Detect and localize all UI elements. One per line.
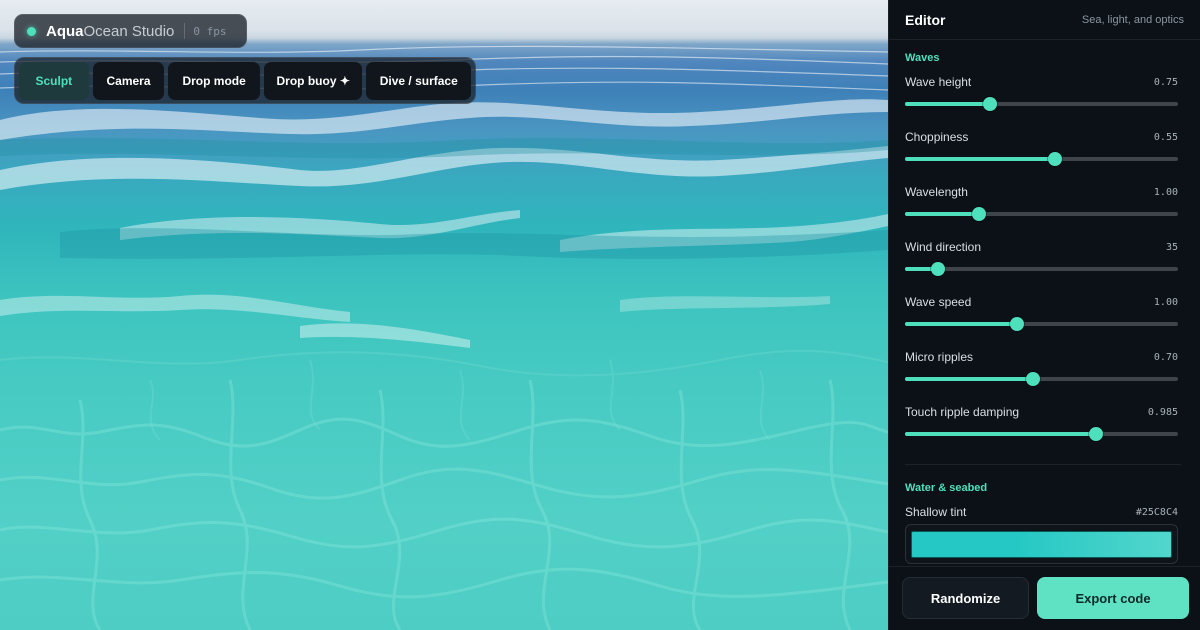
slider-thumb[interactable] bbox=[1026, 372, 1041, 386]
slider-header: Wave speed 1.00 bbox=[905, 294, 1178, 310]
slider[interactable] bbox=[905, 317, 1178, 331]
sculpt-button[interactable]: Sculpt bbox=[19, 62, 89, 100]
slider-label: Wave height bbox=[905, 75, 972, 89]
slider-value: 1.00 bbox=[1153, 296, 1178, 308]
slider-value: 0.985 bbox=[1147, 406, 1178, 418]
slider[interactable] bbox=[905, 97, 1178, 111]
slider-control: Touch ripple damping 0.985 bbox=[905, 404, 1178, 454]
slider-fill bbox=[905, 377, 1034, 381]
slider-fill bbox=[905, 322, 1017, 326]
slider-fill bbox=[905, 432, 1097, 436]
slider-value: 35 bbox=[1165, 241, 1178, 253]
slider-thumb[interactable] bbox=[1009, 317, 1024, 331]
slider[interactable] bbox=[905, 372, 1178, 386]
editor-title: Editor bbox=[905, 11, 946, 28]
slider-value: 0.55 bbox=[1153, 131, 1178, 143]
slider-label: Wave speed bbox=[905, 295, 972, 309]
slider-label: Choppiness bbox=[905, 130, 969, 144]
slider-fill bbox=[905, 212, 979, 216]
slider[interactable] bbox=[905, 152, 1178, 166]
drop-mode-button[interactable]: Drop mode bbox=[168, 62, 260, 100]
slider-thumb[interactable] bbox=[930, 262, 945, 276]
mode-toolbar: Sculpt Camera Drop mode Drop buoy ✦ Dive… bbox=[14, 57, 476, 104]
export-code-button[interactable]: Export code bbox=[1037, 577, 1189, 619]
slider-track[interactable] bbox=[905, 267, 1178, 271]
drop-buoy-button[interactable]: Drop buoy ✦ bbox=[263, 62, 363, 100]
slider-control: Choppiness 0.55 bbox=[905, 129, 1178, 179]
editor-header: Editor Sea, light, and optics bbox=[889, 0, 1200, 40]
slider-control: Wavelength 1.00 bbox=[905, 184, 1178, 234]
slider-header: Wavelength 1.00 bbox=[905, 184, 1178, 200]
slider-fill bbox=[905, 102, 990, 106]
shallow-tint-picker[interactable] bbox=[905, 524, 1178, 564]
slider-control: Micro ripples 0.70 bbox=[905, 349, 1178, 399]
brand-name-rest: Ocean Studio bbox=[83, 22, 175, 40]
slider-label: Touch ripple damping bbox=[905, 405, 1020, 419]
slider-thumb[interactable] bbox=[1089, 427, 1104, 441]
slider-thumb[interactable] bbox=[1048, 152, 1063, 166]
fps-divider bbox=[184, 23, 186, 39]
slider-label: Micro ripples bbox=[905, 350, 974, 364]
fps-counter: 0 fps bbox=[193, 24, 227, 38]
slider-header: Wind direction 35 bbox=[905, 239, 1178, 255]
status-dot-icon bbox=[27, 26, 36, 36]
waves-section-title: Waves bbox=[905, 52, 940, 64]
water-section-title: Water & seabed bbox=[905, 482, 988, 494]
slider-header: Touch ripple damping 0.985 bbox=[905, 404, 1178, 420]
slider-value: 0.75 bbox=[1153, 76, 1178, 88]
shallow-tint-swatch[interactable] bbox=[911, 531, 1172, 558]
app: Aqua Ocean Studio 0 fps Sculpt Camera Dr… bbox=[0, 0, 1200, 630]
brand-name-strong: Aqua bbox=[46, 22, 84, 40]
editor-footer: Randomize Export code bbox=[889, 566, 1200, 630]
slider-control: Wave height 0.75 bbox=[905, 74, 1178, 124]
slider-fill bbox=[905, 157, 1056, 161]
slider-value: 0.70 bbox=[1153, 351, 1178, 363]
shallow-tint-value: #25C8C4 bbox=[1135, 506, 1178, 518]
section-divider bbox=[905, 464, 1181, 465]
slider-thumb[interactable] bbox=[971, 207, 986, 221]
slider-control: Wave speed 1.00 bbox=[905, 294, 1178, 344]
slider-label: Wavelength bbox=[905, 185, 968, 199]
slider-value: 1.00 bbox=[1153, 186, 1178, 198]
randomize-button[interactable]: Randomize bbox=[902, 577, 1029, 619]
shallow-tint-label: Shallow tint bbox=[905, 505, 967, 519]
slider-header: Choppiness 0.55 bbox=[905, 129, 1178, 145]
slider-thumb[interactable] bbox=[982, 97, 997, 111]
slider[interactable] bbox=[905, 262, 1178, 276]
editor-subtitle: Sea, light, and optics bbox=[1081, 13, 1184, 26]
slider-label: Wind direction bbox=[905, 240, 982, 254]
camera-button[interactable]: Camera bbox=[92, 62, 165, 100]
brand-pill: Aqua Ocean Studio 0 fps bbox=[14, 14, 247, 48]
shallow-tint-row: Shallow tint #25C8C4 bbox=[905, 505, 1178, 519]
slider[interactable] bbox=[905, 427, 1178, 441]
slider-header: Wave height 0.75 bbox=[905, 74, 1178, 90]
slider[interactable] bbox=[905, 207, 1178, 221]
slider-header: Micro ripples 0.70 bbox=[905, 349, 1178, 365]
slider-control: Wind direction 35 bbox=[905, 239, 1178, 289]
dive-surface-button[interactable]: Dive / surface bbox=[366, 62, 471, 100]
editor-panel: Editor Sea, light, and optics Waves Wave… bbox=[888, 0, 1200, 630]
